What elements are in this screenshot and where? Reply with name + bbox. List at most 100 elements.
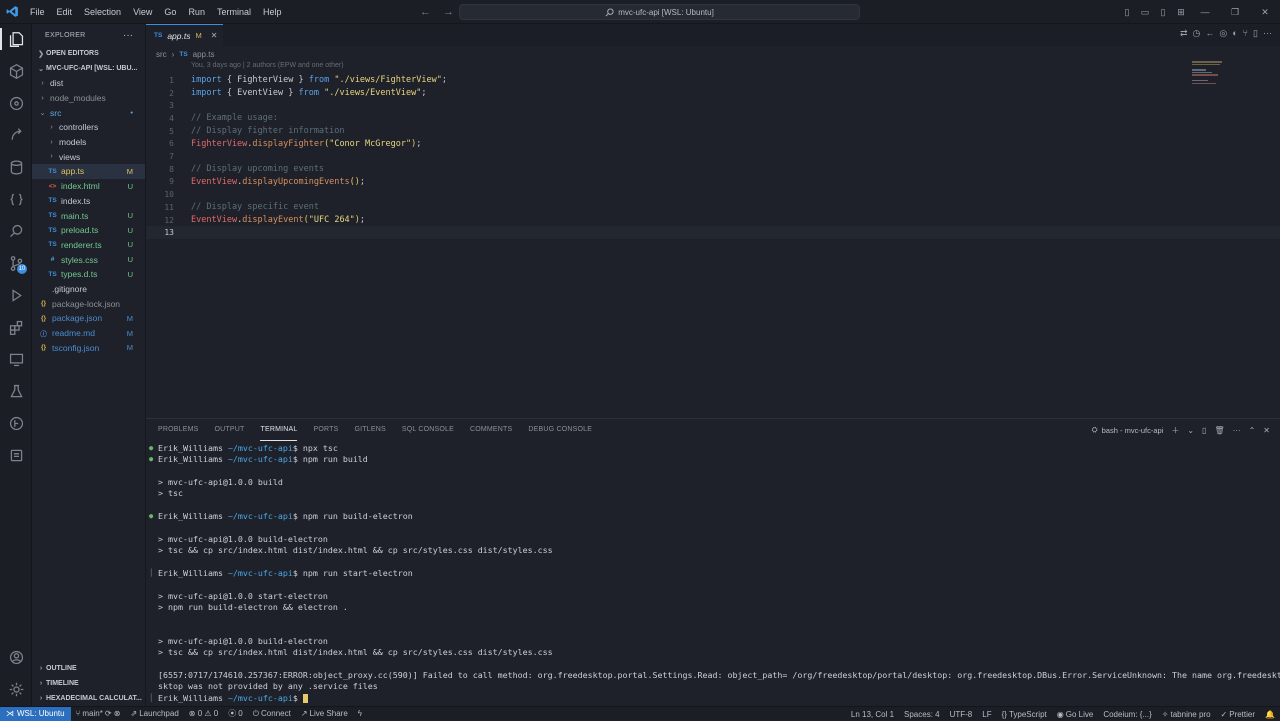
- account-icon[interactable]: [0, 642, 32, 672]
- tree-item[interactable]: # styles.css U: [32, 252, 145, 267]
- testing-icon[interactable]: [0, 376, 32, 406]
- git-branch-icon[interactable]: 10: [0, 248, 32, 278]
- breadcrumb-folder[interactable]: src: [156, 50, 167, 59]
- cursor-position[interactable]: Ln 13, Col 1: [846, 710, 899, 719]
- tree-item[interactable]: › views: [32, 149, 145, 164]
- menu-item[interactable]: Help: [257, 0, 288, 24]
- minimize-button[interactable]: —: [1190, 7, 1220, 17]
- git-graph-icon[interactable]: ⑂: [1243, 28, 1248, 39]
- remote-indicator[interactable]: ⋊ WSL: Ubuntu: [0, 706, 71, 721]
- tree-item[interactable]: TS renderer.ts U: [32, 238, 145, 253]
- new-terminal-icon[interactable]: ＋: [1171, 425, 1179, 436]
- back-arrow-icon[interactable]: ←: [420, 6, 431, 18]
- sidebar-section[interactable]: › OUTLINE: [32, 661, 146, 676]
- open-editors-section[interactable]: ❯ OPEN EDITORS: [32, 46, 145, 61]
- json-icon[interactable]: [0, 184, 32, 214]
- run-icon[interactable]: [0, 280, 32, 310]
- database-icon[interactable]: [0, 152, 32, 182]
- sidebar-section[interactable]: › HEXADECIMAL CALCULAT...: [32, 691, 146, 706]
- launchpad-status[interactable]: ⇗ Launchpad: [125, 709, 183, 718]
- breadcrumb-file[interactable]: app.ts: [193, 50, 215, 59]
- command-center-search[interactable]: mvc-ufc-api [WSL: Ubuntu]: [459, 4, 860, 20]
- terminal-selector[interactable]: ⛭ bash - mvc-ufc-api: [1092, 425, 1164, 435]
- sidebar-section[interactable]: › TIMELINE: [32, 676, 146, 691]
- panel-tab[interactable]: PROBLEMS: [158, 419, 199, 441]
- panel-tab[interactable]: GITLENS: [354, 419, 385, 441]
- go-live[interactable]: ◉ Go Live: [1052, 710, 1099, 719]
- trash-icon[interactable]: 🗑: [1214, 426, 1224, 435]
- toggle-secondary-sidebar-icon[interactable]: ▯: [1154, 7, 1172, 18]
- notifications-bell-icon[interactable]: 🔔: [1260, 710, 1280, 719]
- tab-app-ts[interactable]: TS app.ts M ✕: [146, 24, 223, 46]
- tree-item[interactable]: › node_modules: [32, 91, 145, 106]
- tree-item[interactable]: ⓘ readme.md M: [32, 326, 145, 341]
- tree-item[interactable]: {} package.json M: [32, 311, 145, 326]
- settings-gear-icon[interactable]: [0, 674, 32, 704]
- docker-icon[interactable]: [0, 440, 32, 470]
- extensions-icon[interactable]: [0, 312, 32, 342]
- encoding[interactable]: UTF-8: [945, 710, 978, 719]
- tree-item[interactable]: › dist: [32, 76, 145, 91]
- menu-item[interactable]: View: [127, 0, 158, 24]
- gitlens-inspect-icon[interactable]: ◐: [1232, 28, 1237, 39]
- panel-tab[interactable]: TERMINAL: [260, 419, 298, 441]
- tree-item[interactable]: {} package-lock.json: [32, 296, 145, 311]
- menu-item[interactable]: Go: [158, 0, 182, 24]
- run-debug-icon[interactable]: [0, 120, 32, 150]
- codeium-status[interactable]: Codeium: {...}: [1098, 710, 1156, 719]
- maximize-panel-icon[interactable]: ⌃: [1249, 426, 1256, 435]
- panel-more-icon[interactable]: ···: [1233, 426, 1241, 435]
- end-of-line[interactable]: LF: [977, 710, 996, 719]
- search-activity-icon[interactable]: [0, 216, 32, 246]
- panel-tab[interactable]: OUTPUT: [215, 419, 245, 441]
- minimap[interactable]: [1192, 61, 1228, 85]
- editor-more-icon[interactable]: ···: [1263, 28, 1272, 39]
- project-root-section[interactable]: ⌄ MVC-UFC-API [WSL: UBU...: [32, 61, 145, 76]
- tree-item[interactable]: TS index.ts: [32, 194, 145, 209]
- indentation[interactable]: Spaces: 4: [899, 710, 945, 719]
- flash-icon[interactable]: ϟ: [353, 709, 367, 718]
- tree-item[interactable]: .gitignore: [32, 282, 145, 297]
- panel-tab[interactable]: PORTS: [313, 419, 338, 441]
- panel-tab[interactable]: DEBUG CONSOLE: [528, 419, 592, 441]
- menu-item[interactable]: Selection: [78, 0, 127, 24]
- toggle-sidebar-icon[interactable]: ▯: [1118, 7, 1136, 18]
- close-tab-icon[interactable]: ✕: [211, 31, 218, 40]
- tree-item[interactable]: TS types.d.ts U: [32, 267, 145, 282]
- source-control-icon[interactable]: [0, 88, 32, 118]
- liveshare-status[interactable]: ↗ Live Share: [296, 709, 353, 718]
- connect-status[interactable]: ⏻ Connect: [248, 709, 296, 719]
- toggle-panel-icon[interactable]: ▭: [1136, 7, 1154, 18]
- customize-layout-icon[interactable]: ⊞: [1172, 7, 1190, 18]
- panel-tab[interactable]: SQL CONSOLE: [402, 419, 454, 441]
- tree-item[interactable]: TS preload.ts U: [32, 223, 145, 238]
- tree-item[interactable]: TS app.ts M: [32, 164, 145, 179]
- language-mode[interactable]: {} TypeScript: [997, 710, 1052, 719]
- menu-item[interactable]: File: [24, 0, 51, 24]
- gitlens-icon[interactable]: [0, 408, 32, 438]
- timeline-icon[interactable]: ◷: [1192, 28, 1200, 39]
- split-terminal-icon[interactable]: ▯: [1202, 426, 1206, 435]
- problems-status[interactable]: ⊗ 0 ⚠ 0: [184, 709, 223, 718]
- forward-arrow-icon[interactable]: →: [443, 6, 454, 18]
- menu-item[interactable]: Terminal: [211, 0, 257, 24]
- codelens-blame[interactable]: You, 3 days ago | 2 authors (EPW and one…: [191, 62, 344, 69]
- chevron-down-icon[interactable]: ⌄: [1187, 426, 1194, 435]
- tree-item[interactable]: ⌄ src •: [32, 105, 145, 120]
- tree-item[interactable]: › controllers: [32, 120, 145, 135]
- prettier-status[interactable]: ✓ Prettier: [1216, 710, 1261, 719]
- extensions-remote-icon[interactable]: [0, 56, 32, 86]
- commit-icon[interactable]: ◎: [1219, 28, 1227, 39]
- remote-explorer-icon[interactable]: [0, 344, 32, 374]
- go-back-icon[interactable]: ←: [1205, 28, 1214, 39]
- more-actions-icon[interactable]: ···: [123, 30, 133, 41]
- panel-tab[interactable]: COMMENTS: [470, 419, 512, 441]
- tree-item[interactable]: › models: [32, 135, 145, 150]
- close-panel-icon[interactable]: ✕: [1263, 426, 1270, 435]
- compare-changes-icon[interactable]: ⇄: [1180, 28, 1188, 39]
- restore-button[interactable]: ❐: [1220, 7, 1250, 18]
- close-window-button[interactable]: ✕: [1250, 7, 1280, 18]
- tree-item[interactable]: {} tsconfig.json M: [32, 340, 145, 355]
- tabnine-status[interactable]: ✧ tabnine pro: [1157, 710, 1216, 719]
- tree-item[interactable]: <> index.html U: [32, 179, 145, 194]
